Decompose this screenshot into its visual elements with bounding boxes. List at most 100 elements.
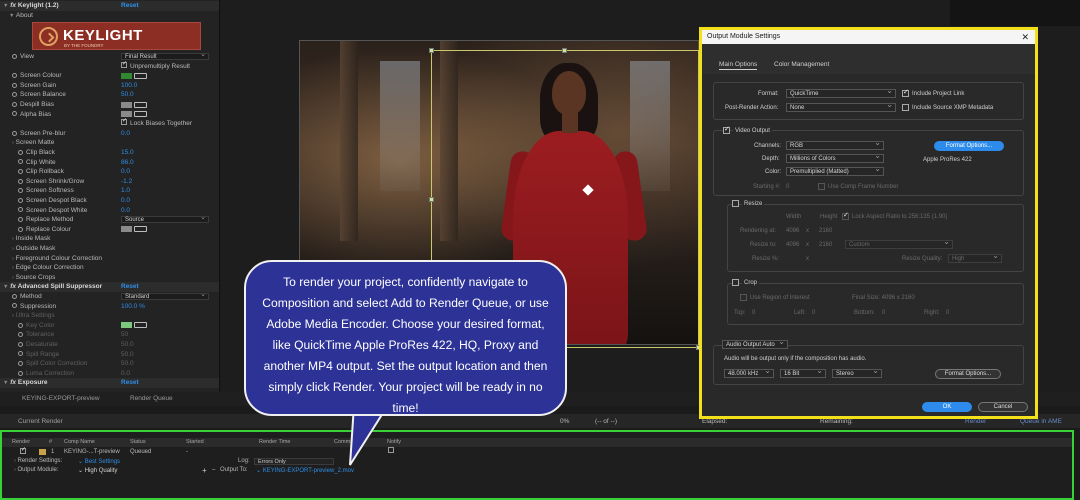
checkbox-icon[interactable]	[121, 60, 127, 69]
param-checkbox[interactable]: Unpremultiply Result	[121, 60, 190, 72]
video-output-checkbox[interactable]	[723, 125, 730, 134]
expand-triangle-icon[interactable]: ›	[12, 256, 14, 262]
queue-item-render-checkbox[interactable]	[20, 446, 29, 456]
tab-main-options[interactable]: Main Options	[719, 61, 758, 70]
spill-suppressor-header[interactable]: ▼ fx Advanced Spill Suppressor Reset	[0, 282, 219, 292]
output-module-value[interactable]: ⌄ High Quality	[78, 467, 117, 474]
param-value[interactable]: 50.0	[121, 350, 134, 360]
stopwatch-icon[interactable]	[12, 82, 17, 88]
expand-triangle-icon[interactable]: ›	[12, 246, 14, 252]
format-select[interactable]: QuickTime	[786, 87, 896, 98]
param-screen-gain[interactable]: Screen Gain 100.0	[0, 81, 219, 91]
stopwatch-icon[interactable]	[18, 370, 23, 376]
stopwatch-icon[interactable]	[18, 178, 23, 184]
stopwatch-icon[interactable]	[18, 341, 23, 347]
param-source-crops[interactable]: › Source Crops	[0, 273, 219, 283]
param-checkbox[interactable]: Lock Biases Together	[121, 117, 192, 129]
queue-item-comp-name[interactable]: KEYING-...T-preview	[64, 449, 120, 455]
expand-triangle-icon[interactable]: ›	[12, 275, 14, 281]
param-edge-colour-correction[interactable]: › Edge Colour Correction	[0, 263, 219, 273]
log-select[interactable]: Errors Only	[254, 458, 334, 465]
param-replace-colour[interactable]: Replace Colour	[0, 225, 219, 235]
close-icon[interactable]: ✕	[1021, 30, 1029, 44]
ok-button[interactable]: OK	[922, 402, 972, 412]
param-value[interactable]: 86.0	[121, 158, 134, 168]
param-screen-balance[interactable]: Screen Balance 50.0	[0, 90, 219, 100]
stopwatch-icon[interactable]	[18, 207, 23, 213]
chevron-down-icon[interactable]: ⌄	[256, 468, 261, 474]
eyedropper-icon[interactable]	[134, 322, 147, 329]
crop-bottom-value[interactable]: 0	[882, 310, 885, 316]
tab-color-management[interactable]: Color Management	[774, 61, 829, 68]
param-value[interactable]: -1.2	[121, 177, 132, 187]
add-output-module-icon[interactable]: +	[202, 466, 207, 475]
collapse-triangle-icon[interactable]: ▼	[3, 284, 8, 290]
param-suppression[interactable]: Suppression 100.0 %	[0, 302, 219, 312]
param-screen-despot-white[interactable]: Screen Despot White 0.0	[0, 206, 219, 216]
color-swatch[interactable]	[121, 111, 132, 118]
param-select[interactable]: Final Result	[121, 51, 209, 60]
param-spill-color-correction[interactable]: Spill Color Correction 50.0	[0, 359, 219, 369]
stopwatch-icon[interactable]	[18, 226, 23, 232]
param-lock-biases-together[interactable]: Lock Biases Together	[0, 117, 219, 129]
col-started[interactable]: Started	[186, 439, 204, 445]
sample-rate-select[interactable]: 48.000 kHz	[724, 367, 774, 378]
stopwatch-icon[interactable]	[12, 111, 17, 117]
param-inside-mask[interactable]: › Inside Mask	[0, 234, 219, 244]
expand-triangle-icon[interactable]: ›	[14, 467, 16, 473]
col-status[interactable]: Status	[130, 439, 146, 445]
queue-item-label-color[interactable]	[39, 449, 46, 455]
color-swatch[interactable]	[121, 226, 132, 233]
stopwatch-icon[interactable]	[18, 159, 23, 165]
include-xmp-checkbox[interactable]	[902, 104, 909, 111]
post-render-select[interactable]: None	[786, 101, 896, 112]
param-value[interactable]: 50.0	[121, 90, 134, 100]
param-screen-softness[interactable]: Screen Softness 1.0	[0, 186, 219, 196]
stopwatch-icon[interactable]	[18, 332, 23, 338]
param-value[interactable]: 0.0	[121, 167, 130, 177]
stopwatch-icon[interactable]	[12, 293, 17, 299]
param-clip-black[interactable]: Clip Black 15.0	[0, 148, 219, 158]
param-despill-bias[interactable]: Despill Bias	[0, 100, 219, 110]
param-value[interactable]: 100.0 %	[121, 302, 145, 312]
stopwatch-icon[interactable]	[18, 149, 23, 155]
collapse-triangle-icon[interactable]: ▼	[3, 3, 8, 9]
collapse-triangle-icon[interactable]: ▼	[3, 380, 8, 386]
param-value[interactable]: 15.0	[121, 148, 134, 158]
param-value[interactable]: 50	[121, 330, 128, 340]
stopwatch-icon[interactable]	[12, 130, 17, 136]
stopwatch-icon[interactable]	[18, 216, 23, 222]
param-tolerance[interactable]: Tolerance 50	[0, 330, 219, 340]
param-screen-pre-blur[interactable]: Screen Pre-blur 0.0	[0, 129, 219, 139]
color-select[interactable]: Premultiplied (Matted)	[786, 165, 884, 176]
use-comp-frame-checkbox[interactable]	[818, 183, 825, 190]
param-value[interactable]: 50.0	[121, 359, 134, 369]
audio-format-options-button[interactable]: Format Options...	[935, 369, 1001, 379]
render-settings-link[interactable]: Best Settings	[85, 459, 120, 465]
stopwatch-icon[interactable]	[12, 92, 17, 98]
param-clip-white[interactable]: Clip White 86.0	[0, 158, 219, 168]
stopwatch-icon[interactable]	[18, 351, 23, 357]
param-select[interactable]: Source	[121, 214, 209, 224]
param-value[interactable]: 0.0	[121, 196, 130, 206]
param-clip-rollback[interactable]: Clip Rollback 0.0	[0, 167, 219, 177]
output-module-row[interactable]: › Output Module:	[14, 467, 59, 473]
param-value[interactable]: 50.0	[121, 340, 134, 350]
output-module-link[interactable]: High Quality	[85, 468, 118, 474]
stopwatch-icon[interactable]	[12, 101, 17, 107]
include-project-link-checkbox[interactable]	[902, 88, 909, 97]
expand-triangle-icon[interactable]: ›	[12, 265, 14, 271]
render-button[interactable]: Render	[965, 418, 986, 425]
eyedropper-icon[interactable]	[134, 111, 147, 118]
col-number[interactable]: #	[49, 439, 52, 445]
param-value[interactable]: 100.0	[121, 81, 137, 91]
channels-select[interactable]: RGB	[786, 139, 884, 150]
starting-number-value[interactable]: 0	[786, 184, 789, 190]
param-screen-shrink-grow[interactable]: Screen Shrink/Grow -1.2	[0, 177, 219, 187]
exposure-reset-link[interactable]: Reset	[121, 378, 139, 388]
remove-output-module-icon[interactable]: –	[212, 467, 215, 473]
chevron-down-icon[interactable]: ⌄	[78, 468, 83, 474]
resize-to-height[interactable]: 2160	[819, 242, 832, 248]
eyedropper-icon[interactable]	[134, 72, 147, 79]
output-to-value[interactable]: ⌄ KEYING-EXPORT-preview_2.mov	[256, 467, 354, 474]
